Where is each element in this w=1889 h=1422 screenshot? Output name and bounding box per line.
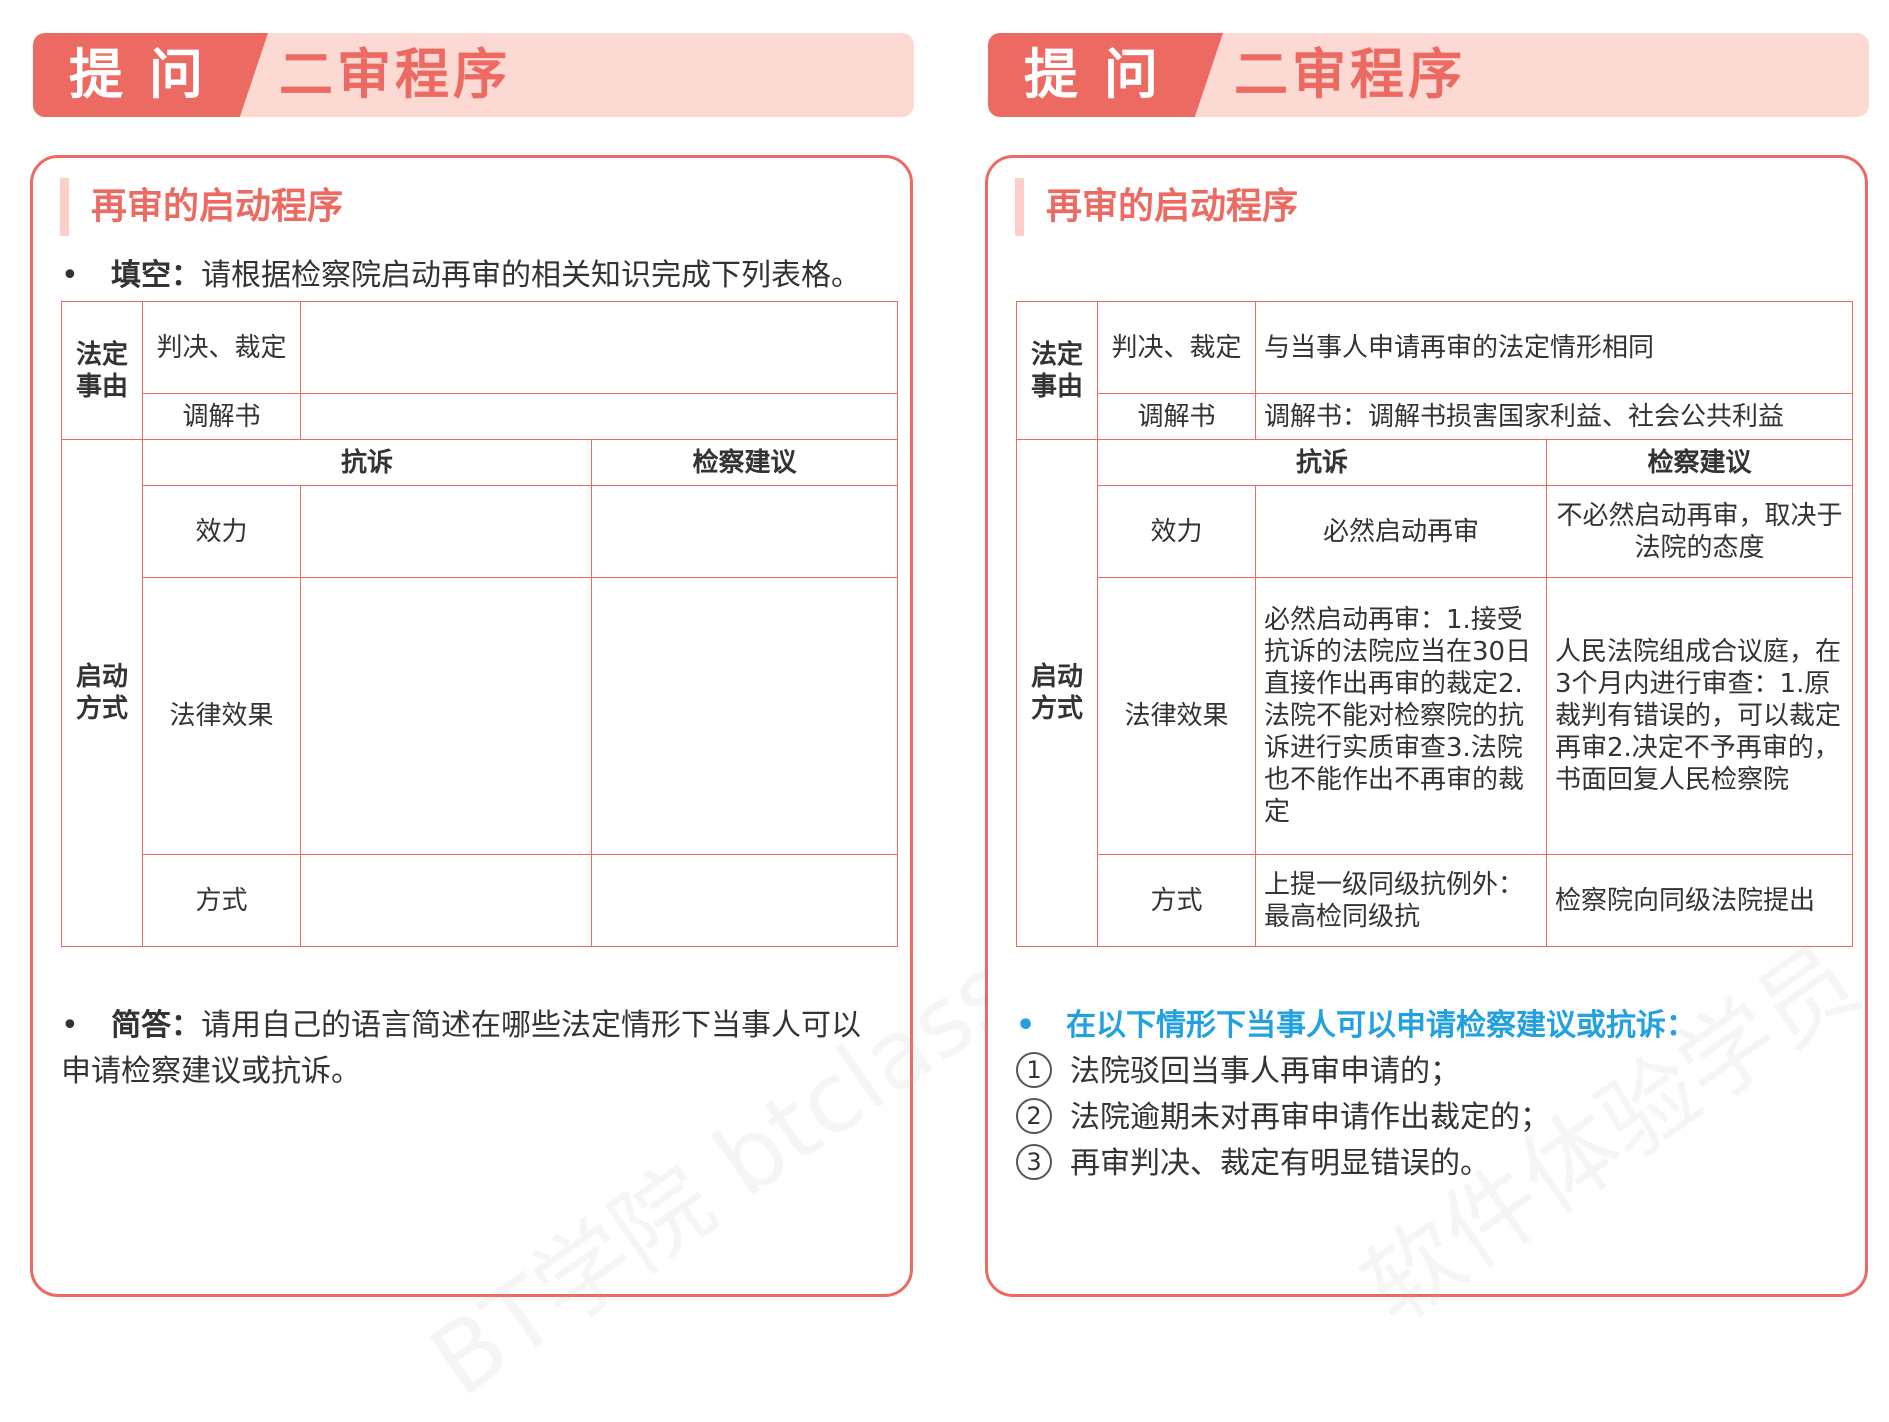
row-mediation: 调解书 (142, 393, 301, 440)
question-label: 简答： (111, 1008, 201, 1043)
list-item: 2 法院逾期未对再审申请作出裁定的； (1016, 1095, 1550, 1141)
circled-number: 1 (1016, 1052, 1052, 1088)
answer-legal-suggest: 人民法院组成合议庭，在3个月内进行审查：1.原裁判有错误的，可以裁定再审2.决定… (1545, 577, 1854, 855)
group-legal-grounds: 法定事由 (1016, 301, 1098, 440)
bullet: • (1016, 1008, 1036, 1043)
list-item-text: 法院逾期未对再审申请作出裁定的； (1070, 1100, 1550, 1135)
col-suggest: 检察建议 (591, 439, 898, 486)
answer-heading: • 在以下情形下当事人可以申请检察建议或抗诉： (1016, 1003, 1696, 1049)
blank-mediation[interactable] (300, 393, 898, 440)
answer-mediation: 调解书：调解书损害国家利益、社会公共利益 (1254, 393, 1854, 440)
circled-number: 2 (1016, 1098, 1052, 1134)
list-item-text: 再审判决、裁定有明显错误的。 (1070, 1146, 1490, 1181)
row-legal-effect: 法律效果 (1097, 577, 1256, 855)
answer-judgement: 与当事人申请再审的法定情形相同 (1254, 301, 1854, 394)
header-tag: 提问 (1024, 43, 1184, 106)
answer-method-suggest: 检察院向同级法院提出 (1545, 854, 1854, 947)
row-method: 方式 (142, 854, 301, 947)
header-tag: 提问 (69, 43, 229, 106)
blank-effect-suggest[interactable] (591, 485, 898, 578)
answer-effect-suggest: 不必然启动再审，取决于法院的态度 (1545, 485, 1854, 578)
answer-card: 软件体验学员 再审的启动程序 法定事由 判决、裁定 与当事人申请再审的法定情形相… (985, 155, 1879, 1346)
answer-heading-text: 在以下情形下当事人可以申请检察建议或抗诉： (1066, 1008, 1696, 1043)
answer-list: 1 法院驳回当事人再审申请的； 2 法院逾期未对再审申请作出裁定的； 3 再审判决、裁… (1016, 1049, 1550, 1187)
answer-method-protest: 上提一级同级抗例外：最高检同级抗 (1255, 854, 1547, 947)
row-effect: 效力 (1097, 485, 1256, 578)
row-legal-effect: 法律效果 (142, 577, 301, 855)
group-start-method: 启动方式 (61, 439, 143, 947)
fill-instruction: • 填空：请根据检察院启动再审的相关知识完成下列表格。 (61, 256, 861, 296)
list-item-text: 法院驳回当事人再审申请的； (1070, 1054, 1460, 1089)
list-item: 3 再审判决、裁定有明显错误的。 (1016, 1141, 1550, 1187)
header-title: 二审程序 (1234, 43, 1466, 106)
blank-method-suggest[interactable] (591, 854, 898, 947)
bullet: • (61, 258, 79, 293)
row-mediation: 调解书 (1097, 393, 1256, 440)
col-protest: 抗诉 (1097, 439, 1547, 486)
group-start-method: 启动方式 (1016, 439, 1098, 947)
blank-legal-suggest[interactable] (591, 577, 898, 855)
list-item: 1 法院驳回当事人再审申请的； (1016, 1049, 1550, 1095)
col-protest: 抗诉 (142, 439, 592, 486)
col-suggest: 检察建议 (1545, 439, 1854, 486)
left-panel: 提问 二审程序 BT学院 btclass.cn 再审的启动程序 • 填空：请根据检… (0, 0, 1153, 1418)
bullet: • (61, 1008, 79, 1043)
fill-table: 法定事由 判决、裁定 调解书 启动方式 抗诉 检察建议 效力 法律效果 方式 (61, 301, 898, 947)
row-judgement: 判决、裁定 (1097, 301, 1256, 394)
header-bar: 提问 二审程序 (988, 33, 1869, 117)
answer-legal-protest: 必然启动再审：1.接受抗诉的法院应当在30日直接作出再审的裁定2.法院不能对检察… (1255, 577, 1547, 855)
right-panel: 提问 二审程序 软件体验学员 再审的启动程序 法定事由 判决、裁定 与当事人申请… (955, 0, 1889, 1346)
header-bar: 提问 二审程序 (33, 33, 914, 117)
blank-legal-protest[interactable] (300, 577, 592, 855)
question-card: BT学院 btclass.cn 再审的启动程序 • 填空：请根据检察院启动再审的相… (30, 155, 1153, 1418)
section-title: 再审的启动程序 (1015, 178, 1298, 236)
row-method: 方式 (1097, 854, 1256, 947)
blank-effect-protest[interactable] (300, 485, 592, 578)
instruction-text: 请根据检察院启动再审的相关知识完成下列表格。 (201, 258, 861, 293)
group-legal-grounds: 法定事由 (61, 301, 143, 440)
instruction-label: 填空： (111, 258, 201, 293)
short-answer-question: • 简答：请用自己的语言简述在哪些法定情形下当事人可以申请检察建议或抗诉。 (61, 1003, 881, 1095)
section-title: 再审的启动程序 (60, 178, 343, 236)
blank-judgement[interactable] (300, 301, 898, 394)
answer-effect-protest: 必然启动再审 (1255, 485, 1547, 578)
blank-method-protest[interactable] (300, 854, 592, 947)
answer-table: 法定事由 判决、裁定 与当事人申请再审的法定情形相同 调解书 调解书：调解书损害… (1016, 301, 1854, 947)
header-title: 二审程序 (279, 43, 511, 106)
circled-number: 3 (1016, 1144, 1052, 1180)
row-judgement: 判决、裁定 (142, 301, 301, 394)
row-effect: 效力 (142, 485, 301, 578)
